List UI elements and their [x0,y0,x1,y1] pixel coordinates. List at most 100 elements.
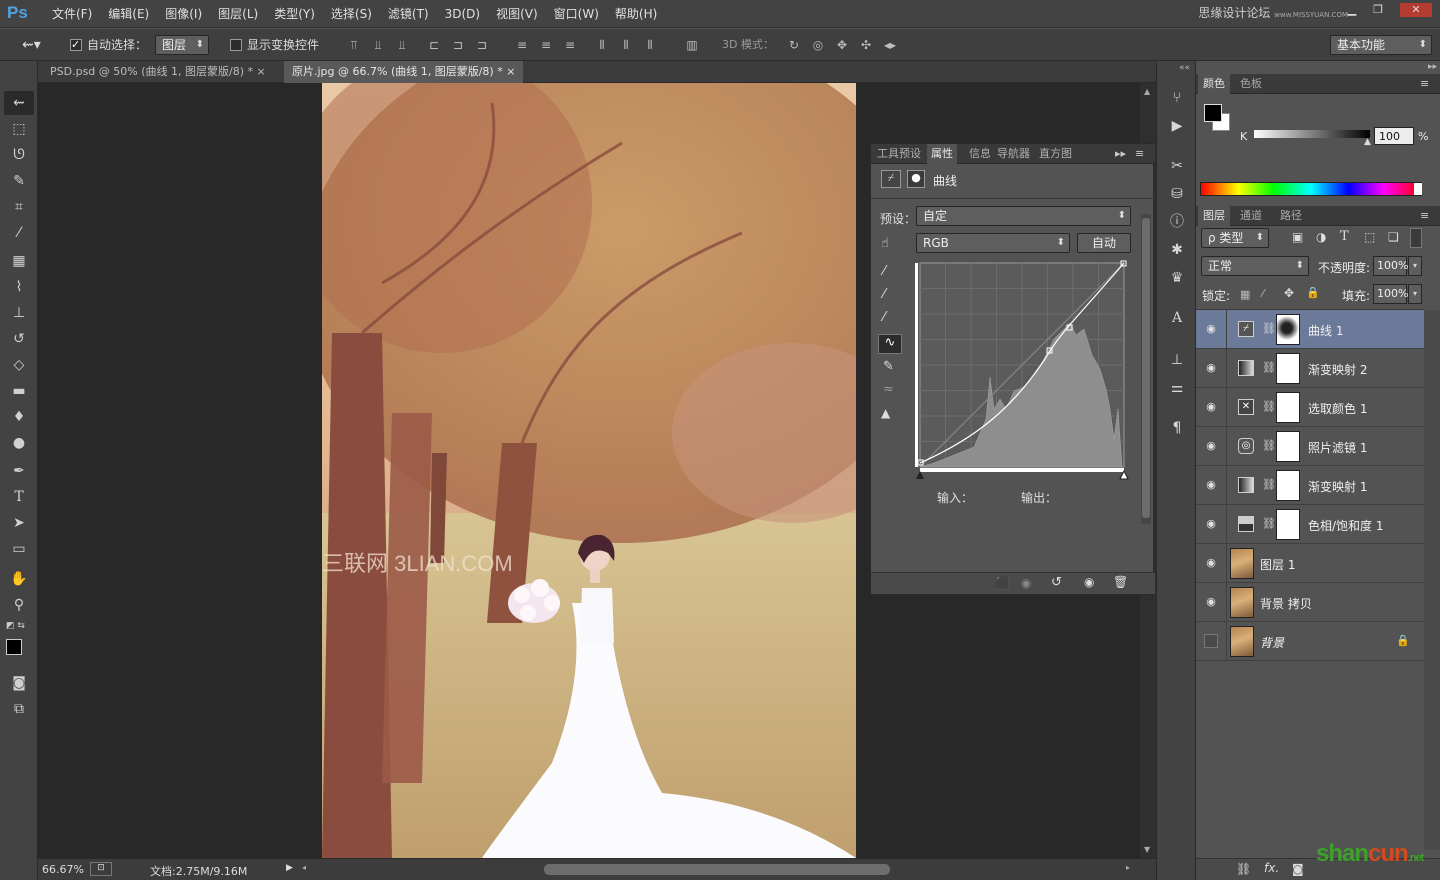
black-point-slider[interactable] [916,471,924,479]
shape-tool-icon[interactable]: ▭ [4,537,34,561]
distribute-bottom-icon[interactable]: ≡ [562,37,578,53]
clipping-warning-icon[interactable]: ▲ [881,406,890,420]
menu-select[interactable]: 选择(S) [323,0,380,28]
menu-view[interactable]: 视图(V) [488,0,546,28]
paragraph-panel-icon[interactable]: ¶ [1165,417,1189,439]
tab-layers[interactable]: 图层 [1198,206,1230,226]
layer-thumbnail[interactable] [1230,548,1254,579]
visibility-eye-icon[interactable]: ◉ [1204,556,1218,570]
doc-tab-psd[interactable]: PSD.psd @ 50% (曲线 1, 图层蒙版/8) * × [42,61,274,83]
layer-mask-thumbnail[interactable] [1276,470,1300,501]
properties-scrollbar[interactable] [1141,214,1151,524]
status-preview-icon[interactable]: ⊡ [90,862,112,876]
preset-dropdown[interactable]: 自定 [916,206,1131,226]
styles-panel-icon[interactable]: ✱ [1165,239,1189,261]
layer-thumbnail[interactable] [1230,626,1254,657]
panel-menu-icon[interactable]: ≡ [1135,144,1144,164]
scroll-up-icon[interactable]: ▲ [1144,87,1150,96]
actions-panel-icon[interactable]: ▶ [1165,115,1189,137]
tab-navigator[interactable]: 导航器 [997,144,1030,164]
distribute-left-icon[interactable]: ⦀ [594,37,610,53]
layer-mask-thumbnail[interactable] [1276,353,1300,384]
3d-slide-icon[interactable]: ✣ [858,37,874,53]
add-mask-icon[interactable]: ◙ [1292,862,1304,876]
sample-white-eyedropper-icon[interactable]: ⁄ [883,310,885,325]
mask-link-icon[interactable]: ⛓ [1262,478,1276,491]
path-selection-tool-icon[interactable]: ➤ [4,511,34,535]
layer-mask-thumbnail[interactable] [1276,392,1300,423]
filter-adjustment-icon[interactable]: ◑ [1316,230,1326,244]
layer-thumbnail[interactable] [1230,587,1254,618]
workspace-dropdown[interactable]: 基本功能 [1330,35,1432,55]
lock-transparent-icon[interactable]: ▦ [1240,288,1250,301]
smooth-curve-icon[interactable]: ≈ [883,382,894,397]
layer-mask-thumbnail[interactable] [1276,431,1300,462]
expand-icon[interactable]: «« [1179,63,1190,73]
layer-row[interactable]: ◉ ✕ ⛓ 选取颜色 1 [1196,388,1424,427]
opacity-dropdown-icon[interactable]: ▾ [1408,256,1422,276]
menu-file[interactable]: 文件(F) [44,0,100,28]
status-menu-arrow-icon[interactable]: ▶ [286,863,293,873]
eyedropper-tool-icon[interactable]: ⁄ [4,221,34,245]
mask-link-icon[interactable]: ⛓ [1262,361,1276,374]
distribute-vcenter-icon[interactable]: ≡ [538,37,554,53]
k-slider-handle[interactable]: ▲ [1364,137,1371,147]
restore-icon[interactable]: ❐ [1366,3,1390,17]
brush-presets-icon[interactable]: ⛁ [1165,183,1189,205]
scroll-down-icon[interactable]: ▼ [1144,845,1150,854]
menu-window[interactable]: 窗口(W) [546,0,607,28]
auto-select-checkbox[interactable]: 自动选择： [70,37,147,53]
filter-type-icon[interactable]: T [1340,229,1349,244]
panel-menu-icon[interactable]: ≡ [1420,74,1429,94]
character-panel-icon[interactable]: A [1165,307,1189,329]
filter-pixel-icon[interactable]: ▣ [1292,230,1303,244]
layer-row[interactable]: ◉ ⛓ 渐变映射 1 [1196,466,1424,505]
adjustments-icon[interactable]: ⚌ [1165,377,1189,399]
move-tool-icon[interactable]: ⇜ [4,91,34,115]
quick-select-tool-icon[interactable]: ✎ [4,169,34,193]
zoom-tool-icon[interactable]: ⚲ [4,593,34,617]
align-hcenter-icon[interactable]: ⊐ [450,37,466,53]
3d-pan-icon[interactable]: ✥ [834,37,850,53]
healing-brush-tool-icon[interactable]: ▦ [4,249,34,273]
layers-scrollbar[interactable] [1424,310,1440,850]
distribute-right-icon[interactable]: ⦀ [642,37,658,53]
tab-swatches[interactable]: 色板 [1240,74,1262,94]
white-point-slider[interactable] [1119,469,1129,480]
swap-colors-icon[interactable]: ◩ ⇆ [6,621,25,631]
menu-edit[interactable]: 编辑(E) [100,0,157,28]
view-previous-icon[interactable]: ◉ [1021,576,1031,590]
zoom-level[interactable]: 66.67% [42,863,84,876]
align-top-icon[interactable]: ⫪ [346,37,362,53]
ramp-white-swatch[interactable] [1414,183,1422,195]
mask-link-icon[interactable]: ⛓ [1262,439,1276,452]
close-tab-icon[interactable]: × [506,65,515,78]
menu-image[interactable]: 图像(I) [157,0,210,28]
crop-tool-icon[interactable]: ⌗ [4,195,34,219]
layer-mask-thumbnail[interactable] [1276,509,1300,540]
lock-all-icon[interactable]: 🔒 [1306,286,1320,299]
target-adjust-hand-icon[interactable]: ☝ [881,236,889,251]
tab-histogram[interactable]: 直方图 [1039,144,1072,164]
tab-properties[interactable]: 属性 [927,144,957,164]
info-panel-icon[interactable]: ⓘ [1165,211,1189,233]
fill-dropdown-icon[interactable]: ▾ [1408,284,1422,304]
auto-select-target-dropdown[interactable]: 图层 [155,35,209,55]
visibility-eye-icon[interactable]: ◉ [1204,361,1218,375]
doc-tab-original[interactable]: 原片.jpg @ 66.7% (曲线 1, 图层蒙版/8) * × [284,61,524,83]
align-right-icon[interactable]: ⊐ [474,37,490,53]
visibility-eye-icon[interactable]: ◉ [1204,517,1218,531]
scroll-right-icon[interactable]: ▸ [1126,863,1130,872]
layer-row[interactable]: ◉ ◎ ⛓ 照片滤镜 1 [1196,427,1424,466]
layer-row[interactable]: ◉ ⌿ ⛓ 曲线 1 [1196,310,1424,349]
tab-channels[interactable]: 通道 [1240,206,1262,226]
quick-mask-icon[interactable]: ◙ [4,671,34,695]
clone-stamp-tool-icon[interactable]: ⊥ [4,301,34,325]
scroll-thumb[interactable] [1142,218,1150,518]
menu-3d[interactable]: 3D(D) [437,0,488,28]
horizontal-scroll-thumb[interactable] [544,864,890,875]
layer-row[interactable]: ◉ ⛓ 渐变映射 2 [1196,349,1424,388]
brush-tool-icon[interactable]: ⌇ [4,275,34,299]
visibility-eye-icon[interactable]: ◉ [1204,478,1218,492]
channel-dropdown[interactable]: RGB [916,233,1070,253]
